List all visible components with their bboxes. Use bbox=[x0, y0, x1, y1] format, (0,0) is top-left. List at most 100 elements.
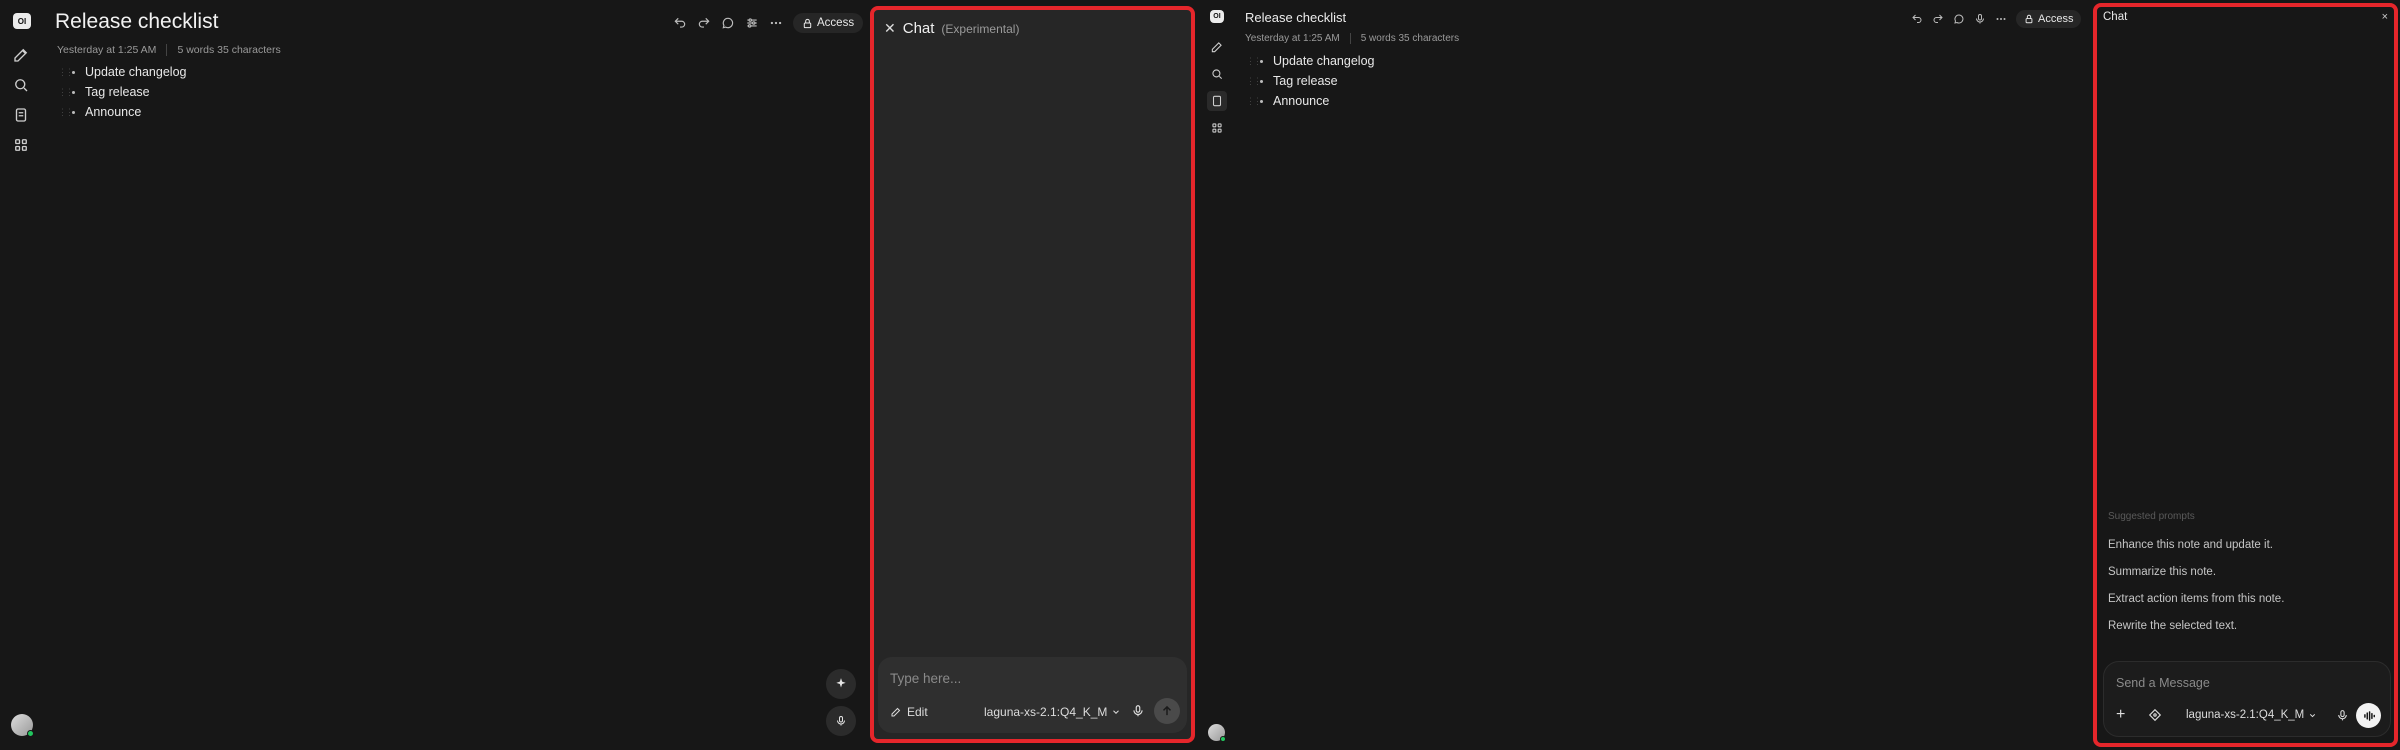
redo-icon[interactable] bbox=[1932, 13, 1944, 25]
ai-enhance-button[interactable] bbox=[826, 669, 856, 699]
suggested-prompt[interactable]: Extract action items from this note. bbox=[2108, 593, 2284, 605]
list-item[interactable]: ⋮⋮ Announce bbox=[1246, 91, 1374, 111]
close-icon[interactable]: × bbox=[2382, 11, 2388, 23]
mic-icon[interactable] bbox=[1131, 703, 1145, 719]
note-title[interactable]: Release checklist bbox=[1245, 10, 1346, 25]
close-icon[interactable]: ✕ bbox=[884, 20, 896, 37]
note-toolbar: Access bbox=[673, 13, 864, 33]
list-item-text[interactable]: Update changelog bbox=[1273, 54, 1374, 68]
model-selector[interactable]: laguna-xs-2.1:Q4_K_M bbox=[984, 705, 1121, 719]
list-item[interactable]: ⋮⋮ Update changelog bbox=[58, 62, 186, 82]
note-meta: Yesterday at 1:25 AM 5 words 35 characte… bbox=[1245, 33, 1459, 44]
bullet-icon bbox=[72, 70, 75, 74]
chevron-down-icon bbox=[1113, 710, 1120, 714]
note-toolbar: Access bbox=[1911, 10, 2082, 28]
online-status-dot bbox=[1220, 736, 1226, 742]
suggested-prompt[interactable]: Summarize this note. bbox=[2108, 566, 2216, 578]
chat-header: ✕ Chat (Experimental) bbox=[884, 20, 1019, 37]
access-label: Access bbox=[2038, 13, 2074, 25]
right-sidebar-rail: OI bbox=[1200, 0, 1232, 750]
drag-handle-icon[interactable]: ⋮⋮ bbox=[1246, 76, 1262, 87]
edit-label: Edit bbox=[907, 705, 928, 719]
bullet-icon bbox=[1260, 79, 1263, 83]
mic-icon[interactable] bbox=[2336, 708, 2349, 723]
search-icon[interactable] bbox=[12, 76, 30, 94]
arrow-up-icon bbox=[1162, 705, 1172, 716]
list-item-text[interactable]: Update changelog bbox=[85, 65, 186, 79]
chevron-down-icon bbox=[2310, 713, 2316, 717]
access-label: Access bbox=[817, 17, 855, 29]
voice-input-button[interactable] bbox=[826, 706, 856, 736]
edit-toggle-button[interactable]: Edit bbox=[890, 705, 928, 719]
chat-panel: Chat × Suggested prompts Enhance this no… bbox=[2093, 3, 2398, 747]
model-name: laguna-xs-2.1:Q4_K_M bbox=[2186, 709, 2305, 721]
chat-panel: ✕ Chat (Experimental) Type here... Edit … bbox=[870, 6, 1195, 743]
app-logo[interactable]: OI bbox=[1210, 10, 1224, 23]
list-item-text[interactable]: Announce bbox=[85, 105, 141, 119]
online-status-dot bbox=[27, 730, 34, 737]
chat-input[interactable]: Type here... bbox=[890, 671, 961, 686]
chat-bubble-icon[interactable] bbox=[721, 16, 735, 30]
note-meta: Yesterday at 1:25 AM 5 words 35 characte… bbox=[57, 44, 281, 56]
user-avatar[interactable] bbox=[1208, 724, 1226, 742]
chat-composer: Type here... Edit laguna-xs-2.1:Q4_K_M bbox=[878, 657, 1187, 733]
send-button[interactable] bbox=[1154, 698, 1180, 724]
suggested-prompt[interactable]: Enhance this note and update it. bbox=[2108, 539, 2273, 551]
list-item[interactable]: ⋮⋮ Announce bbox=[58, 102, 186, 122]
suggested-prompt[interactable]: Rewrite the selected text. bbox=[2108, 620, 2237, 632]
list-item-text[interactable]: Announce bbox=[1273, 94, 1329, 108]
message-input[interactable]: Send a Message bbox=[2116, 676, 2210, 690]
more-options-icon[interactable] bbox=[1995, 13, 2007, 25]
chat-composer: Send a Message + laguna-xs-2.1:Q4_K_M bbox=[2103, 661, 2391, 737]
add-attachment-icon[interactable]: + bbox=[2116, 706, 2125, 724]
voice-mode-button[interactable] bbox=[2356, 703, 2381, 728]
access-button[interactable]: Access bbox=[793, 13, 864, 33]
settings-sliders-icon[interactable] bbox=[745, 16, 759, 30]
drag-handle-icon[interactable]: ⋮⋮ bbox=[58, 87, 74, 98]
left-sidebar-rail: OI bbox=[0, 0, 44, 750]
lock-icon bbox=[2025, 14, 2033, 24]
list-item[interactable]: ⋮⋮ Tag release bbox=[58, 82, 186, 102]
suggested-prompts-label: Suggested prompts bbox=[2108, 511, 2195, 522]
access-button[interactable]: Access bbox=[2016, 10, 2082, 28]
undo-icon[interactable] bbox=[673, 16, 687, 30]
list-item-text[interactable]: Tag release bbox=[85, 85, 150, 99]
new-note-icon[interactable] bbox=[1210, 40, 1224, 54]
tools-icon[interactable] bbox=[2148, 708, 2162, 722]
model-selector[interactable]: laguna-xs-2.1:Q4_K_M bbox=[2186, 709, 2317, 721]
chat-bubble-icon[interactable] bbox=[1953, 13, 1965, 25]
waveform-icon bbox=[2363, 710, 2375, 721]
list-item[interactable]: ⋮⋮ Update changelog bbox=[1246, 51, 1374, 71]
user-avatar[interactable] bbox=[11, 714, 34, 737]
bullet-icon bbox=[1260, 59, 1263, 63]
notes-icon[interactable] bbox=[1207, 91, 1227, 111]
note-title[interactable]: Release checklist bbox=[55, 10, 218, 34]
workspace-icon[interactable] bbox=[12, 136, 30, 154]
undo-icon[interactable] bbox=[1911, 13, 1923, 25]
new-note-icon[interactable] bbox=[12, 46, 30, 64]
chat-subtitle: (Experimental) bbox=[941, 21, 1020, 36]
drag-handle-icon[interactable]: ⋮⋮ bbox=[58, 107, 74, 118]
drag-handle-icon[interactable]: ⋮⋮ bbox=[1246, 56, 1262, 67]
note-word-count: 5 words 35 characters bbox=[166, 44, 281, 56]
notes-icon[interactable] bbox=[12, 106, 30, 124]
lock-icon bbox=[803, 18, 812, 28]
app-logo[interactable]: OI bbox=[13, 13, 31, 29]
right-app-window: OI Release checklist Yesterday at 1:25 A… bbox=[1200, 0, 2400, 750]
workspace-icon[interactable] bbox=[1210, 121, 1224, 135]
list-item-text[interactable]: Tag release bbox=[1273, 74, 1338, 88]
model-name: laguna-xs-2.1:Q4_K_M bbox=[984, 705, 1108, 719]
mic-icon[interactable] bbox=[1974, 13, 1986, 25]
chat-title: Chat bbox=[2103, 11, 2128, 23]
bullet-icon bbox=[72, 90, 75, 94]
redo-icon[interactable] bbox=[697, 16, 711, 30]
list-item[interactable]: ⋮⋮ Tag release bbox=[1246, 71, 1374, 91]
checklist: ⋮⋮ Update changelog ⋮⋮ Tag release ⋮⋮ Annou… bbox=[58, 62, 186, 122]
search-icon[interactable] bbox=[1210, 67, 1224, 81]
drag-handle-icon[interactable]: ⋮⋮ bbox=[1246, 96, 1262, 107]
mic-icon bbox=[837, 716, 845, 726]
pencil-icon bbox=[891, 707, 901, 717]
drag-handle-icon[interactable]: ⋮⋮ bbox=[58, 67, 74, 78]
chat-title: Chat bbox=[902, 20, 935, 37]
more-options-icon[interactable] bbox=[769, 16, 783, 30]
